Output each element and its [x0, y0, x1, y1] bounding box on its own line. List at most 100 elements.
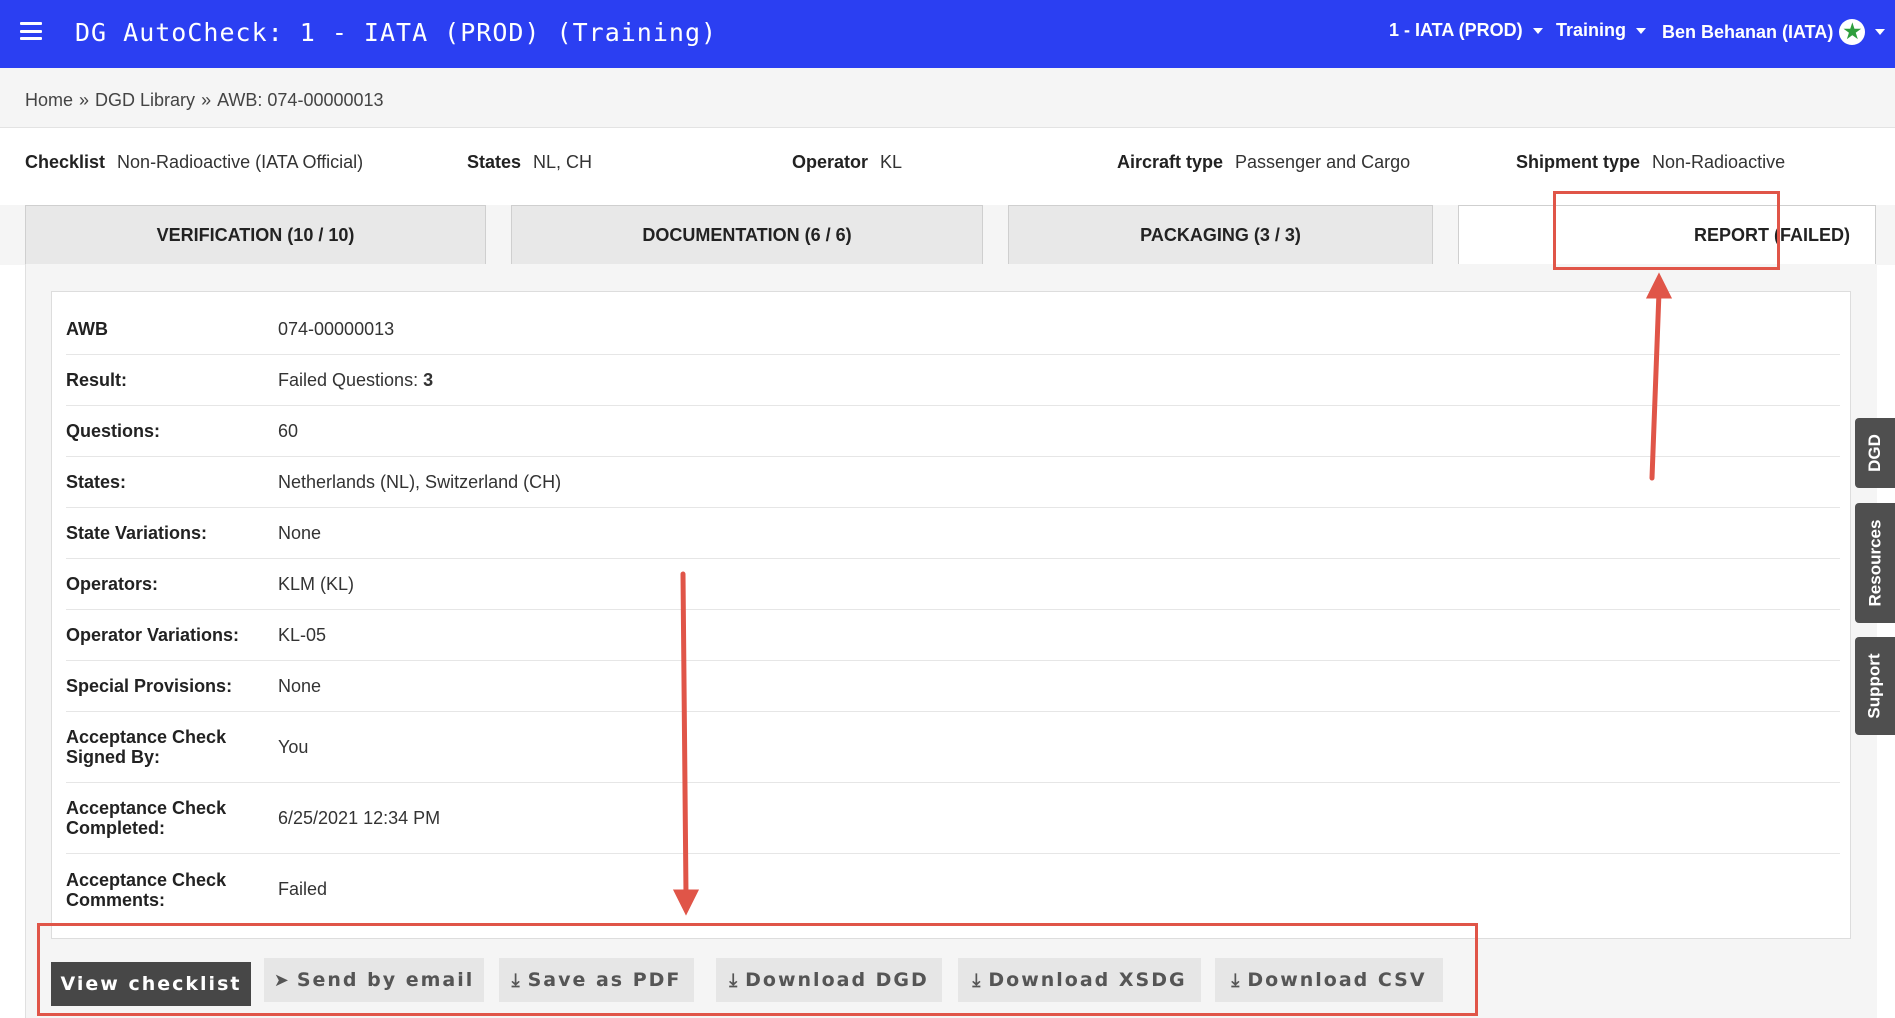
org-menu[interactable]: 1 - IATA (PROD) [1389, 20, 1543, 41]
report-row-result: Result: Failed Questions: 3 [66, 355, 1840, 406]
report-value: Netherlands (NL), Switzerland (CH) [278, 471, 562, 492]
report-value: Failed [278, 879, 328, 899]
report-key: Operators: [66, 574, 159, 594]
report-value: 60 [278, 420, 299, 441]
report-key: Acceptance Check Comments: [66, 869, 227, 910]
report-key: States: [66, 472, 127, 492]
side-tab-resources-label: Resources [1865, 519, 1884, 607]
tab-documentation[interactable]: DOCUMENTATION (6 / 6) [511, 205, 983, 265]
download-dgd-button[interactable]: ⤓ Download DGD [716, 958, 942, 1002]
side-tab-dgd[interactable]: DGD [1855, 418, 1895, 488]
report-value: KL-05 [278, 624, 327, 645]
download-icon: ⤓ [729, 969, 740, 991]
save-as-pdf-button[interactable]: ⤓ Save as PDF [499, 958, 694, 1002]
org-menu-label: 1 - IATA (PROD) [1389, 20, 1523, 40]
download-icon: ⤓ [511, 969, 522, 991]
report-value: Failed Questions: 3 [278, 370, 1840, 391]
report-card: AWB 074-00000013 Result: Failed Questions:… [51, 291, 1851, 939]
report-value: None [278, 675, 322, 696]
report-value: 074-00000013 [278, 318, 395, 339]
send-by-email-label: Send by email [296, 969, 475, 991]
tab-verification[interactable]: VERIFICATION (10 / 10) [25, 205, 486, 265]
download-xsdg-button[interactable]: ⤓ Download XSDG [958, 958, 1201, 1002]
report-row-questions: Questions: 60 [66, 406, 1840, 457]
mode-menu-label: Training [1556, 20, 1627, 40]
side-tab-support[interactable]: Support [1855, 637, 1895, 735]
breadcrumb-library-link[interactable]: DGD Library [95, 90, 195, 110]
meta-shipment: Shipment type Non-Radioactive [1516, 152, 1785, 173]
result-prefix: Failed Questions: [278, 369, 424, 390]
meta-operator-value: KL [880, 152, 903, 172]
report-key: Acceptance Check Completed: [66, 798, 227, 838]
side-tab-dgd-label: DGD [1865, 434, 1884, 472]
download-dgd-label: Download DGD [745, 969, 929, 991]
hamburger-menu-icon[interactable] [20, 22, 42, 40]
meta-states: States NL, CH [467, 152, 592, 173]
tab-report[interactable]: REPORT (FAILED) [1458, 205, 1876, 265]
view-checklist-button[interactable]: View checklist [51, 962, 251, 1006]
mode-menu[interactable]: Training [1556, 20, 1647, 41]
report-row-operators: Operators: KLM (KL) [66, 559, 1840, 610]
report-table: AWB 074-00000013 Result: Failed Questions:… [66, 304, 1840, 925]
report-row-state-variations: State Variations: None [66, 508, 1840, 559]
star-badge-icon: ★ [1839, 19, 1866, 45]
tab-packaging[interactable]: PACKAGING (3 / 3) [1008, 205, 1433, 265]
report-value: You [278, 736, 309, 757]
tab-report-label: REPORT (FAILED) [1694, 225, 1850, 245]
download-csv-label: Download CSV [1247, 969, 1427, 991]
report-value: KLM (KL) [278, 573, 355, 594]
download-xsdg-label: Download XSDG [988, 969, 1187, 991]
save-as-pdf-label: Save as PDF [527, 969, 682, 991]
meta-checklist-label: Checklist [25, 152, 106, 172]
download-csv-button[interactable]: ⤓ Download CSV [1215, 958, 1443, 1002]
meta-operator: Operator KL [792, 152, 902, 173]
shipment-summary: Checklist Non-Radioactive (IATA Official)… [0, 152, 1895, 176]
side-tab-support-label: Support [1865, 653, 1884, 719]
user-menu-label: Ben Behanan (IATA) [1662, 21, 1834, 42]
send-icon: ➤ [273, 969, 291, 991]
report-key: Special Provisions: [66, 676, 233, 696]
download-icon: ⤓ [1231, 969, 1242, 991]
top-bar: DG AutoCheck: 1 - IATA (PROD) (Training)… [0, 0, 1895, 68]
user-menu[interactable]: Ben Behanan (IATA) ★ [1662, 19, 1886, 45]
chevron-down-icon [1875, 29, 1886, 35]
meta-checklist: Checklist Non-Radioactive (IATA Official) [25, 152, 363, 173]
breadcrumb-separator: » [79, 90, 90, 110]
download-icon: ⤓ [972, 969, 983, 991]
send-by-email-button[interactable]: ➤ Send by email [264, 958, 484, 1002]
meta-aircraft-label: Aircraft type [1117, 152, 1224, 172]
report-key: Operator Variations: [66, 625, 240, 645]
meta-aircraft-value: Passenger and Cargo [1235, 152, 1411, 172]
report-row-awb: AWB 074-00000013 [66, 304, 1840, 355]
meta-states-label: States [467, 152, 522, 172]
report-key: Questions: [66, 421, 161, 441]
breadcrumb-current: AWB: 074-00000013 [217, 90, 384, 110]
meta-shipment-value: Non-Radioactive [1652, 152, 1786, 172]
meta-states-value: NL, CH [533, 152, 593, 172]
meta-aircraft: Aircraft type Passenger and Cargo [1117, 152, 1410, 173]
chevron-down-icon [1636, 27, 1647, 34]
side-tab-resources[interactable]: Resources [1855, 503, 1895, 623]
breadcrumb-bar: Home» DGD Library» AWB: 074-00000013 [0, 68, 1895, 128]
meta-operator-label: Operator [792, 152, 869, 172]
report-value: None [278, 522, 322, 543]
breadcrumb: Home» DGD Library» AWB: 074-00000013 [25, 90, 384, 111]
report-row-operator-variations: Operator Variations: KL-05 [66, 610, 1840, 661]
report-row-special-provisions: Special Provisions: None [66, 661, 1840, 712]
report-row-states: States: Netherlands (NL), Switzerland (CH… [66, 457, 1840, 508]
meta-checklist-value: Non-Radioactive (IATA Official) [117, 152, 364, 172]
report-key: Acceptance Check Signed By: [66, 727, 227, 767]
meta-shipment-label: Shipment type [1516, 152, 1641, 172]
report-key: AWB [66, 319, 108, 339]
app-title: DG AutoCheck: 1 - IATA (PROD) (Training) [75, 18, 718, 47]
report-key: State Variations: [66, 523, 208, 543]
report-row-completed: Acceptance Check Completed: 6/25/2021 12:… [66, 783, 1840, 854]
breadcrumb-home-link[interactable]: Home [25, 90, 73, 110]
report-key: Result: [66, 370, 128, 390]
report-row-signed-by: Acceptance Check Signed By: You [66, 712, 1840, 783]
chevron-down-icon [1532, 27, 1543, 34]
failed-count: 3 [423, 369, 434, 390]
report-value: 6/25/2021 12:34 PM [278, 807, 441, 828]
report-row-comments: Acceptance Check Comments: Failed [66, 854, 1840, 925]
breadcrumb-separator: » [201, 90, 212, 110]
